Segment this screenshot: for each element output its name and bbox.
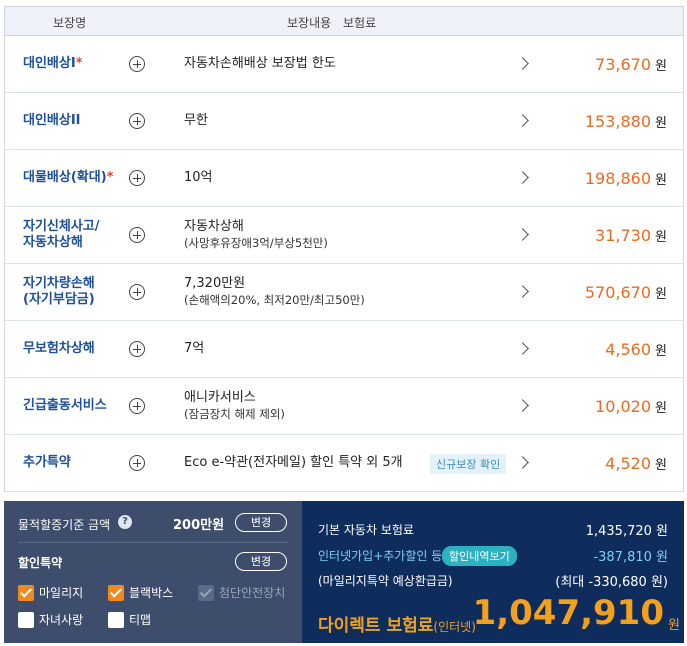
property-amount: 200만원 — [173, 518, 225, 533]
premium-summary: 기본 자동차 보험료 1,435,720 원 인터넷가입+추가할인 등 할인내역… — [302, 501, 684, 643]
expand-plus-icon[interactable] — [129, 455, 145, 471]
expand-plus-icon[interactable] — [129, 227, 145, 243]
chevron-right-icon[interactable] — [518, 341, 528, 357]
coverage-price: 31,730 원 — [595, 226, 667, 245]
coverage-price: 570,670 원 — [584, 283, 667, 302]
coverage-desc: 무한 — [184, 113, 208, 128]
chevron-right-icon[interactable] — [518, 284, 528, 300]
table-header: 보장명 보장내용 보험료 — [5, 7, 683, 36]
coverage-desc: 자동차손해배상 보장법 한도 — [184, 56, 336, 71]
coverage-name: 대인배상II — [23, 113, 81, 128]
coverage-row[interactable]: 대인배상II 무한 153,880 원 — [5, 93, 683, 150]
coverage-price: 73,670 원 — [595, 55, 667, 74]
coverage-name: 추가특약 — [23, 455, 71, 470]
options-panel: 물적할증기준 금액 ? 200만원 변경 할인특약 변경 마일리지 블랙박스 첨단안… — [4, 501, 302, 643]
base-value: 1,435,720 원 — [585, 524, 668, 539]
coverage-row[interactable]: 자기신체사고/자동차상해 자동차상해 (사망후유장애3억/부상5천만) 31,730 원 — [5, 207, 683, 264]
help-icon[interactable]: ? — [118, 515, 132, 529]
coverage-name: 무보험차상해 — [23, 341, 95, 356]
property-label: 물적할증기준 금액 — [18, 518, 111, 532]
discount-checkbox[interactable]: 자녀사랑 — [18, 611, 83, 628]
coverage-desc: 7억 — [184, 341, 205, 356]
coverage-desc: Eco e-약관(전자메일) 할인 특약 외 5개 — [184, 455, 403, 470]
coverage-desc: 자동차상해 (사망후유장애3억/부상5천만) — [184, 219, 328, 250]
final-unit: 원 — [668, 618, 680, 633]
checkbox-icon — [18, 584, 34, 601]
chevron-right-icon[interactable] — [518, 227, 528, 243]
mileage-label: (마일리지특약 예상환급금) — [318, 574, 453, 588]
mileage-value: (최대 -330,680 원) — [555, 575, 668, 590]
checkbox-icon — [108, 584, 124, 601]
expand-plus-icon[interactable] — [129, 56, 145, 72]
coverage-price: 153,880 원 — [584, 112, 667, 131]
base-label: 기본 자동차 보험료 — [318, 523, 414, 537]
final-premium: 1,047,910 — [472, 593, 664, 633]
coverage-row[interactable]: 대물배상(확대)* 10억 198,860 원 — [5, 150, 683, 207]
coverage-price: 198,860 원 — [584, 169, 667, 188]
coverage-price: 4,560 원 — [605, 340, 667, 359]
chevron-right-icon[interactable] — [518, 398, 528, 414]
expand-plus-icon[interactable] — [129, 398, 145, 414]
coverage-row[interactable]: 추가특약 Eco e-약관(전자메일) 할인 특약 외 5개 신규보장 확인 4,52… — [5, 435, 683, 492]
header-name: 보장명 — [53, 16, 87, 30]
chevron-right-icon[interactable] — [518, 455, 528, 471]
discount-checkbox[interactable]: 마일리지 — [18, 584, 83, 601]
header-premium: 보험료 — [343, 16, 377, 30]
summary-panel: 물적할증기준 금액 ? 200만원 변경 할인특약 변경 마일리지 블랙박스 첨단안… — [4, 501, 684, 643]
final-label: 다이렉트 보험료(인터넷) — [318, 616, 476, 636]
coverage-row[interactable]: 대인배상I* 자동차손해배상 보장법 한도 73,670 원 — [5, 36, 683, 93]
discount-value: -387,810 원 — [593, 550, 668, 565]
discount-checkbox[interactable]: 티맵 — [108, 611, 151, 628]
coverage-row[interactable]: 긴급출동서비스 애니카서비스 (잠금장치 해제 제외) 10,020 원 — [5, 378, 683, 435]
checkbox-icon — [198, 584, 214, 601]
checkbox-icon — [108, 611, 124, 628]
coverage-row[interactable]: 자기차량손해 (자기부담금) 7,320만원 (손해액의20%, 최저20만/최고50… — [5, 264, 683, 321]
chevron-right-icon[interactable] — [518, 56, 528, 72]
new-coverage-badge[interactable]: 신규보장 확인 — [430, 454, 507, 474]
discount-change-button[interactable]: 변경 — [235, 552, 287, 571]
discount-detail-button[interactable]: 할인내역보기 — [442, 546, 517, 566]
coverage-desc: 애니카서비스 (잠금장치 해제 제외) — [184, 390, 285, 421]
coverage-desc: 7,320만원 (손해액의20%, 최저20만/최고50만) — [184, 276, 365, 307]
chevron-right-icon[interactable] — [518, 170, 528, 186]
divider — [18, 542, 288, 543]
discount-checkbox: 첨단안전장치 — [198, 584, 285, 601]
discount-summary-label: 인터넷가입+추가할인 등 — [318, 549, 443, 563]
coverage-price: 10,020 원 — [595, 397, 667, 416]
coverage-table: 보장명 보장내용 보험료 대인배상I* 자동차손해배상 보장법 한도 73,670 원… — [4, 6, 684, 492]
header-content: 보장내용 — [287, 16, 332, 30]
coverage-name: 자기차량손해 (자기부담금) — [23, 276, 95, 307]
expand-plus-icon[interactable] — [129, 341, 145, 357]
expand-plus-icon[interactable] — [129, 113, 145, 129]
coverage-name: 자기신체사고/자동차상해 — [23, 219, 100, 250]
coverage-name: 대인배상I* — [23, 56, 83, 71]
coverage-name: 긴급출동서비스 — [23, 398, 107, 413]
expand-plus-icon[interactable] — [129, 170, 145, 186]
coverage-desc: 10억 — [184, 170, 213, 185]
chevron-right-icon[interactable] — [518, 113, 528, 129]
expand-plus-icon[interactable] — [129, 284, 145, 300]
checkbox-icon — [18, 611, 34, 628]
discount-checkbox[interactable]: 블랙박스 — [108, 584, 173, 601]
discount-label: 할인특약 — [18, 556, 63, 570]
coverage-price: 4,520 원 — [605, 454, 667, 473]
coverage-row[interactable]: 무보험차상해 7억 4,560 원 — [5, 321, 683, 378]
coverage-name: 대물배상(확대)* — [23, 170, 114, 185]
property-change-button[interactable]: 변경 — [235, 513, 287, 532]
